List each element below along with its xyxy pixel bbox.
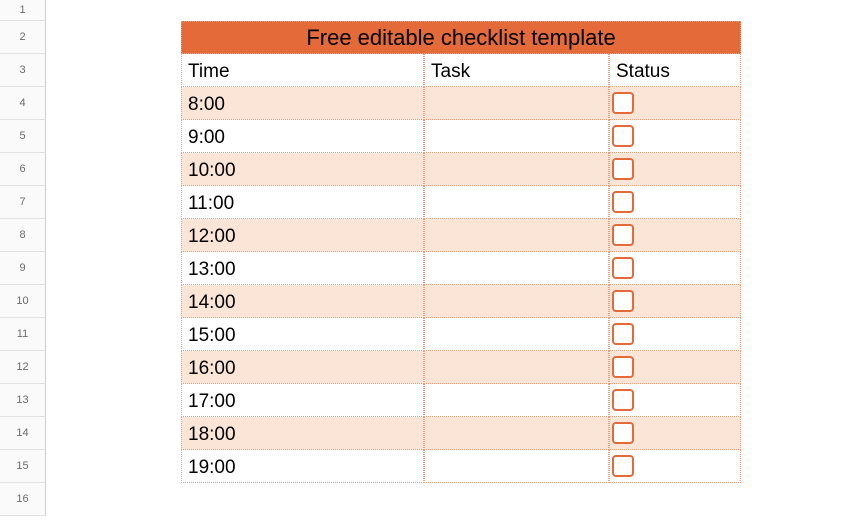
status-cell[interactable] <box>609 450 741 483</box>
status-checkbox[interactable] <box>612 125 634 147</box>
task-cell[interactable] <box>424 120 609 153</box>
table-row: 15:00 <box>181 318 741 351</box>
table-row: 9:00 <box>181 120 741 153</box>
table-row: 13:00 <box>181 252 741 285</box>
table-row: 18:00 <box>181 417 741 450</box>
table-row: 8:00 <box>181 87 741 120</box>
row-header[interactable]: 12 <box>0 351 46 384</box>
time-cell[interactable]: 19:00 <box>181 450 424 483</box>
status-cell[interactable] <box>609 285 741 318</box>
status-cell[interactable] <box>609 384 741 417</box>
row-header-gutter: 1 2 3 4 5 6 7 8 9 10 11 12 13 14 15 16 <box>0 0 46 516</box>
status-checkbox[interactable] <box>612 224 634 246</box>
row-header[interactable]: 14 <box>0 417 46 450</box>
status-cell[interactable] <box>609 417 741 450</box>
time-cell[interactable]: 15:00 <box>181 318 424 351</box>
table-row: 12:00 <box>181 219 741 252</box>
status-cell[interactable] <box>609 87 741 120</box>
status-cell[interactable] <box>609 219 741 252</box>
row-header[interactable]: 8 <box>0 219 46 252</box>
status-cell[interactable] <box>609 186 741 219</box>
row-header[interactable]: 2 <box>0 21 46 54</box>
row-header[interactable]: 9 <box>0 252 46 285</box>
row-header[interactable]: 10 <box>0 285 46 318</box>
time-cell[interactable]: 18:00 <box>181 417 424 450</box>
status-cell[interactable] <box>609 351 741 384</box>
task-cell[interactable] <box>424 186 609 219</box>
row-header[interactable]: 13 <box>0 384 46 417</box>
task-cell[interactable] <box>424 87 609 120</box>
row-header[interactable]: 1 <box>0 0 46 21</box>
status-checkbox[interactable] <box>612 422 634 444</box>
status-checkbox[interactable] <box>612 455 634 477</box>
column-header-row: Time Task Status <box>181 54 741 87</box>
status-checkbox[interactable] <box>612 323 634 345</box>
row-header[interactable]: 16 <box>0 483 46 516</box>
status-cell[interactable] <box>609 318 741 351</box>
row-header[interactable]: 6 <box>0 153 46 186</box>
status-checkbox[interactable] <box>612 257 634 279</box>
task-cell[interactable] <box>424 318 609 351</box>
task-cell[interactable] <box>424 384 609 417</box>
status-cell[interactable] <box>609 252 741 285</box>
time-cell[interactable]: 17:00 <box>181 384 424 417</box>
table-row: 11:00 <box>181 186 741 219</box>
row-header[interactable]: 3 <box>0 54 46 87</box>
row-header[interactable]: 4 <box>0 87 46 120</box>
table-row: 17:00 <box>181 384 741 417</box>
status-cell[interactable] <box>609 120 741 153</box>
task-cell[interactable] <box>424 285 609 318</box>
status-checkbox[interactable] <box>612 290 634 312</box>
column-header-status[interactable]: Status <box>609 54 741 87</box>
status-checkbox[interactable] <box>612 92 634 114</box>
time-cell[interactable]: 8:00 <box>181 87 424 120</box>
row-header[interactable]: 7 <box>0 186 46 219</box>
row-header[interactable]: 11 <box>0 318 46 351</box>
task-cell[interactable] <box>424 417 609 450</box>
column-header-task[interactable]: Task <box>424 54 609 87</box>
time-cell[interactable]: 13:00 <box>181 252 424 285</box>
table-row: 14:00 <box>181 285 741 318</box>
time-cell[interactable]: 12:00 <box>181 219 424 252</box>
table-row: 16:00 <box>181 351 741 384</box>
task-cell[interactable] <box>424 219 609 252</box>
row-header[interactable]: 15 <box>0 450 46 483</box>
time-cell[interactable]: 11:00 <box>181 186 424 219</box>
column-header-time[interactable]: Time <box>181 54 424 87</box>
status-checkbox[interactable] <box>612 158 634 180</box>
status-checkbox[interactable] <box>612 191 634 213</box>
task-cell[interactable] <box>424 153 609 186</box>
status-cell[interactable] <box>609 153 741 186</box>
task-cell[interactable] <box>424 351 609 384</box>
time-cell[interactable]: 10:00 <box>181 153 424 186</box>
status-checkbox[interactable] <box>612 389 634 411</box>
checklist-sheet: Free editable checklist template Time Ta… <box>181 21 741 483</box>
time-cell[interactable]: 14:00 <box>181 285 424 318</box>
time-cell[interactable]: 9:00 <box>181 120 424 153</box>
task-cell[interactable] <box>424 450 609 483</box>
time-cell[interactable]: 16:00 <box>181 351 424 384</box>
sheet-title[interactable]: Free editable checklist template <box>181 21 741 54</box>
task-cell[interactable] <box>424 252 609 285</box>
table-row: 19:00 <box>181 450 741 483</box>
status-checkbox[interactable] <box>612 356 634 378</box>
row-header[interactable]: 5 <box>0 120 46 153</box>
table-row: 10:00 <box>181 153 741 186</box>
